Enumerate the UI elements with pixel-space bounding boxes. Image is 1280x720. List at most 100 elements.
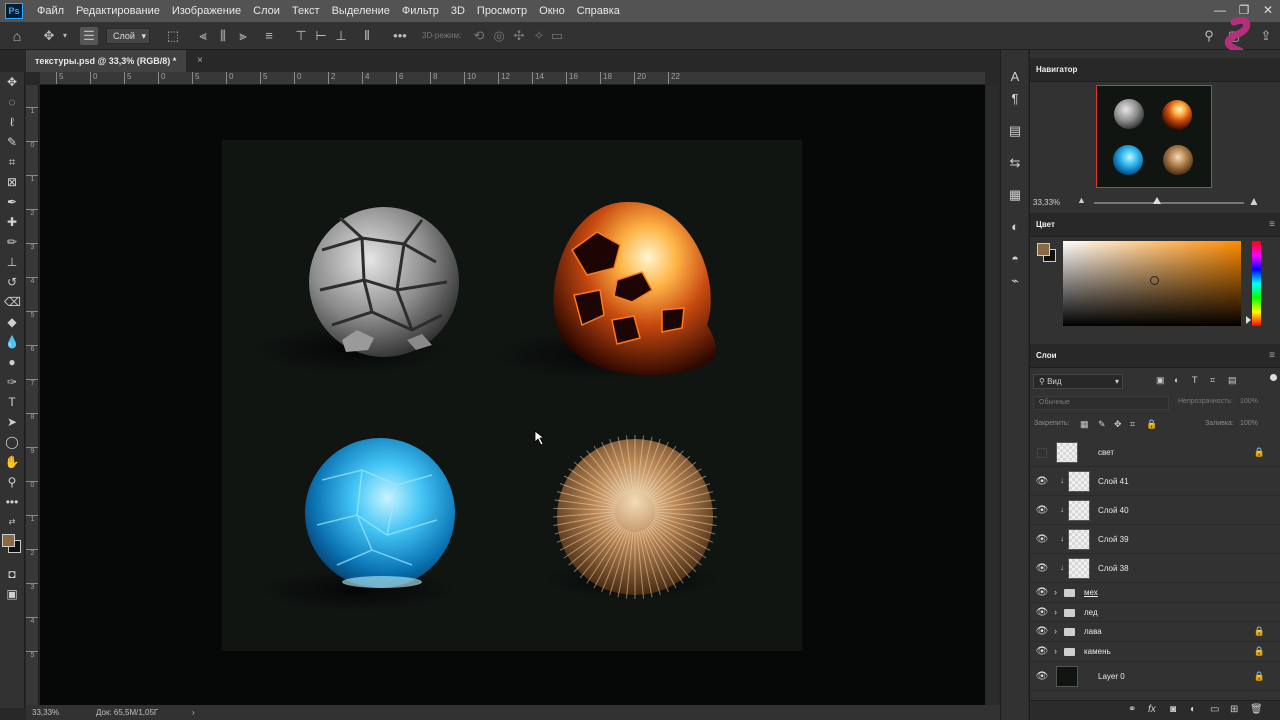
layer-row[interactable]: 👁 ↓ Слой 41	[1030, 467, 1280, 496]
visibility-eye-icon[interactable]: 👁	[1035, 671, 1049, 682]
dodge-tool-icon[interactable]: ●	[4, 354, 20, 370]
3d-orbit-icon[interactable]: ⟲	[472, 27, 486, 45]
more-options-icon[interactable]: •••	[390, 27, 410, 45]
close-button[interactable]: ✕	[1256, 0, 1280, 22]
new-group-icon[interactable]: ▭	[1210, 704, 1219, 715]
layer-name[interactable]: лава	[1084, 627, 1102, 636]
layer-name[interactable]: свет	[1098, 448, 1114, 457]
menu-item[interactable]: Справка	[571, 0, 626, 22]
brush-tool-icon[interactable]: ✏	[4, 234, 20, 250]
layer-row[interactable]: 👁 ↓ Слой 40	[1030, 496, 1280, 525]
close-tab-icon[interactable]: ×	[197, 50, 203, 72]
foreground-color-swatch[interactable]	[2, 534, 15, 547]
navigator-zoom-value[interactable]: 33,33%	[1033, 198, 1060, 207]
zoom-tool-icon[interactable]: ⚲	[4, 474, 20, 490]
hue-slider[interactable]	[1252, 241, 1261, 326]
filter-type-icon[interactable]: T	[1192, 375, 1198, 385]
fx-icon[interactable]: fx	[1148, 704, 1156, 715]
navigator-zoom-handle[interactable]	[1153, 197, 1161, 204]
menu-item[interactable]: Слои	[247, 0, 286, 22]
3d-roll-icon[interactable]: ◎	[492, 27, 506, 45]
move-tool-icon[interactable]: ✥	[4, 74, 20, 90]
menu-item[interactable]: Изображение	[166, 0, 247, 22]
layer-row[interactable]: 👁 › камень 🔒	[1030, 642, 1280, 662]
visibility-eye-icon[interactable]: 👁	[1035, 626, 1049, 637]
hand-tool-icon[interactable]: ✋	[4, 454, 20, 470]
character-panel-icon[interactable]: A	[1006, 68, 1024, 86]
panel-menu-icon[interactable]: ≡	[1269, 213, 1275, 237]
add-mask-icon[interactable]: ◙	[1170, 704, 1176, 715]
color-field[interactable]	[1063, 241, 1241, 326]
history-brush-icon[interactable]: ↺	[4, 274, 20, 290]
layer-name[interactable]: Слой 39	[1098, 535, 1129, 544]
edit-toolbar-icon[interactable]: •••	[4, 494, 20, 510]
3d-slide-icon[interactable]: ✧	[532, 27, 546, 45]
layer-row[interactable]: 👁 ↓ Слой 38	[1030, 554, 1280, 583]
layer-name[interactable]: камень	[1084, 647, 1111, 656]
color-picker-marker[interactable]	[1150, 276, 1159, 285]
path-select-icon[interactable]: ➤	[4, 414, 20, 430]
lock-all-icon[interactable]: 🔒	[1146, 419, 1157, 430]
healing-brush-icon[interactable]: ✚	[4, 214, 20, 230]
navigator-preview[interactable]	[1096, 85, 1212, 188]
adjustment-layer-icon[interactable]: ◐	[1190, 704, 1196, 715]
layer-row[interactable]: 👁 › лава 🔒	[1030, 622, 1280, 642]
new-layer-icon[interactable]: ⊞	[1230, 704, 1238, 715]
zoom-out-icon[interactable]: ▲	[1077, 195, 1086, 205]
crop-tool-icon[interactable]: ⌗	[4, 154, 20, 170]
layer-name[interactable]: лед	[1084, 608, 1098, 617]
auto-select-icon[interactable]: ☰	[80, 27, 98, 45]
canvas-area[interactable]	[40, 85, 985, 705]
menu-item[interactable]: Фильтр	[396, 0, 445, 22]
layer-row[interactable]: 👁 Layer 0 🔒	[1030, 662, 1280, 691]
paths-panel-icon[interactable]: ⌁	[1006, 272, 1024, 290]
status-arrow-icon[interactable]: ›	[192, 705, 195, 720]
layer-row[interactable]: 👁 ↓ Слой 39	[1030, 525, 1280, 554]
layer-row[interactable]: свет 🔒	[1030, 438, 1280, 467]
delete-layer-icon[interactable]: 🗑	[1250, 704, 1263, 715]
lock-paint-icon[interactable]: ✎	[1098, 419, 1106, 430]
properties-panel-icon[interactable]: ⇆	[1006, 154, 1024, 172]
zoom-in-icon[interactable]: ▲	[1248, 194, 1260, 208]
info-panel-icon[interactable]: ▤	[1006, 122, 1024, 140]
expand-chevron-icon[interactable]: ›	[1054, 626, 1057, 636]
menu-item[interactable]: Окно	[533, 0, 571, 22]
quick-mask-icon[interactable]: ◘	[4, 566, 20, 582]
chevron-down-icon[interactable]: ▾	[60, 27, 70, 45]
fill-value[interactable]: 100%	[1240, 420, 1258, 427]
layers-title[interactable]: Слои	[1036, 344, 1057, 368]
align-middle-icon[interactable]: ⊢	[314, 27, 328, 45]
screen-mode-icon[interactable]: ▣	[4, 586, 20, 602]
filter-toggle[interactable]	[1270, 374, 1277, 381]
visibility-eye-icon[interactable]	[1037, 447, 1047, 458]
vertical-scrollbar[interactable]	[987, 85, 999, 705]
3d-camera-icon[interactable]: ▭	[550, 27, 564, 45]
hue-slider-handle[interactable]	[1246, 316, 1251, 324]
styles-panel-icon[interactable]: ◓	[1006, 250, 1024, 268]
swap-colors-icon[interactable]: ⇄	[4, 514, 20, 530]
expand-chevron-icon[interactable]: ›	[1054, 607, 1057, 617]
menu-item[interactable]: Просмотр	[471, 0, 533, 22]
layer-name[interactable]: Слой 40	[1098, 506, 1129, 515]
clone-stamp-icon[interactable]: ⊥	[4, 254, 20, 270]
visibility-eye-icon[interactable]: 👁	[1035, 534, 1049, 545]
3d-pan-icon[interactable]: ✣	[512, 27, 526, 45]
lock-transparency-icon[interactable]: ▦	[1080, 419, 1089, 430]
paragraph-panel-icon[interactable]: ¶	[1006, 90, 1024, 108]
layer-name[interactable]: Слой 38	[1098, 564, 1129, 573]
share-icon[interactable]: ⇪	[1258, 27, 1274, 45]
frame-tool-icon[interactable]: ⊠	[4, 174, 20, 190]
menu-item[interactable]: Выделение	[326, 0, 396, 22]
navigator-zoom-slider[interactable]	[1094, 202, 1244, 204]
menu-item[interactable]: 3D	[445, 0, 471, 22]
navigator-title[interactable]: Навигатор	[1036, 58, 1077, 82]
opacity-value[interactable]: 100%	[1240, 398, 1258, 405]
color-title[interactable]: Цвет	[1036, 213, 1055, 237]
align-bottom-icon[interactable]: ⊥	[334, 27, 348, 45]
color-foreground-swatch[interactable]	[1037, 243, 1050, 256]
expand-chevron-icon[interactable]: ›	[1054, 587, 1057, 597]
transform-controls-icon[interactable]: ⬚	[164, 27, 182, 45]
lock-artboard-icon[interactable]: ⌗	[1130, 419, 1135, 430]
align-right-icon[interactable]: ⫸	[236, 27, 250, 45]
adjustments-panel-icon[interactable]: ◐	[1006, 218, 1024, 236]
